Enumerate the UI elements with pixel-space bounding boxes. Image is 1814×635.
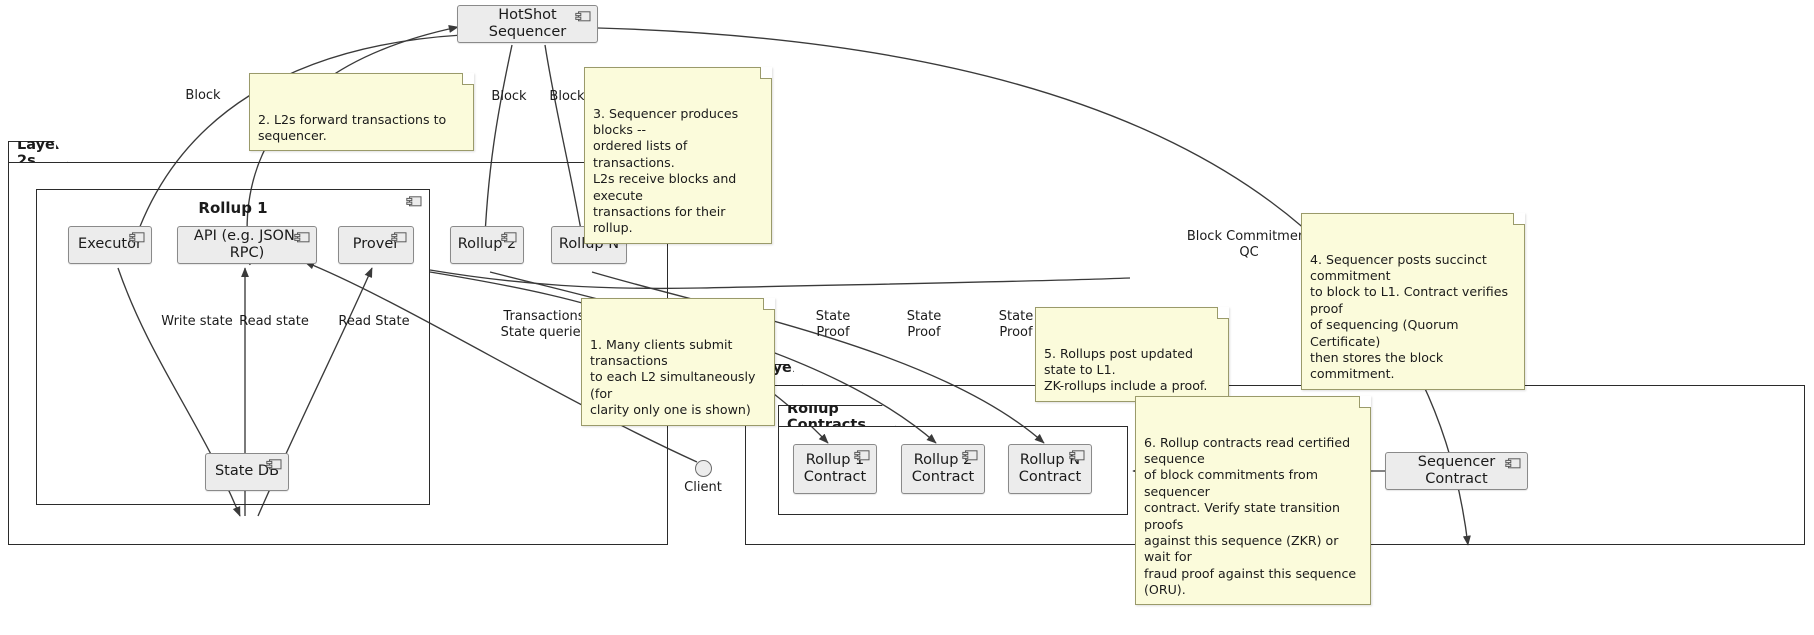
note-2: 2. L2s forward transactions to sequencer…	[249, 73, 474, 152]
note-fold-icon	[462, 73, 474, 85]
component-rollup-n-contract[interactable]: Rollup N Contract	[1008, 444, 1092, 494]
note-fold-icon	[1359, 396, 1371, 408]
component-rollup-2-contract[interactable]: Rollup 2 Contract	[901, 444, 985, 494]
edge-label-state-proof-1: State Proof	[815, 309, 851, 341]
note-fold-icon	[1217, 307, 1229, 319]
note-1-text: 1. Many clients submit transactions to e…	[590, 336, 756, 418]
edge-label-read-state-2: Read State	[338, 314, 410, 329]
component-state-db[interactable]: State DB	[205, 453, 289, 491]
note-5-text: 5. Rollups post updated state to L1. ZK-…	[1044, 345, 1208, 394]
note-fold-icon	[760, 67, 772, 79]
note-6-text: 6. Rollup contracts read certified seque…	[1144, 434, 1357, 597]
edge-label-write-state: Write state	[161, 314, 233, 329]
component-api[interactable]: API (e.g. JSON-RPC)	[177, 226, 317, 264]
frame-rollup-1-title: Rollup 1	[198, 199, 268, 217]
note-fold-icon	[763, 298, 775, 310]
edge-label-read-state: Read state	[239, 314, 309, 329]
edge-label-block-commitment-qc: Block Commitment QC	[1186, 229, 1312, 261]
note-6: 6. Rollup contracts read certified seque…	[1135, 396, 1371, 606]
note-4-text: 4. Sequencer posts succinct commitment t…	[1310, 251, 1509, 382]
edge-label-state-proof-3: State Proof	[998, 309, 1034, 341]
component-rollup-1-contract[interactable]: Rollup 1 Contract	[793, 444, 877, 494]
edge-label-transactions-state-queries: Transactions State queries	[500, 309, 588, 341]
actor-client[interactable]: Client	[678, 460, 728, 495]
note-3-text: 3. Sequencer produces blocks -- ordered …	[593, 105, 739, 236]
note-2-text: 2. L2s forward transactions to sequencer…	[258, 111, 447, 144]
edge-label-block-right: Block	[549, 89, 585, 104]
note-1: 1. Many clients submit transactions to e…	[581, 298, 775, 426]
note-fold-icon	[1513, 213, 1525, 225]
component-icon	[1505, 458, 1521, 469]
component-icon	[129, 232, 145, 243]
component-icon	[1069, 450, 1085, 461]
component-hotshot-sequencer[interactable]: HotShot Sequencer	[457, 5, 598, 43]
component-icon	[406, 196, 422, 207]
component-icon	[294, 232, 310, 243]
note-3: 3. Sequencer produces blocks -- ordered …	[584, 67, 772, 244]
component-icon	[575, 11, 591, 22]
component-icon	[854, 450, 870, 461]
component-icon	[391, 232, 407, 243]
component-executor[interactable]: Executor	[68, 226, 152, 264]
component-prover[interactable]: Prover	[338, 226, 414, 264]
component-icon	[266, 459, 282, 470]
component-icon	[962, 450, 978, 461]
actor-client-label: Client	[684, 480, 722, 495]
component-sequencer-contract[interactable]: Sequencer Contract	[1385, 452, 1528, 490]
edge-label-state-proof-2: State Proof	[906, 309, 942, 341]
note-5: 5. Rollups post updated state to L1. ZK-…	[1035, 307, 1229, 402]
package-layer-2s-tab: Layer 2s	[8, 141, 68, 163]
component-rollup-2[interactable]: Rollup 2	[450, 226, 524, 264]
edge-label-block-mid: Block	[491, 89, 527, 104]
actor-head-icon	[694, 460, 712, 477]
edge-label-block-left: Block	[185, 88, 221, 103]
diagram-canvas: Layer 2s Rollup 1 Layer 1 Rollup Contrac…	[0, 0, 1814, 635]
package-rollup-contracts-tab: Rollup Contracts	[778, 405, 896, 427]
note-4: 4. Sequencer posts succinct commitment t…	[1301, 213, 1525, 390]
component-icon	[501, 232, 517, 243]
